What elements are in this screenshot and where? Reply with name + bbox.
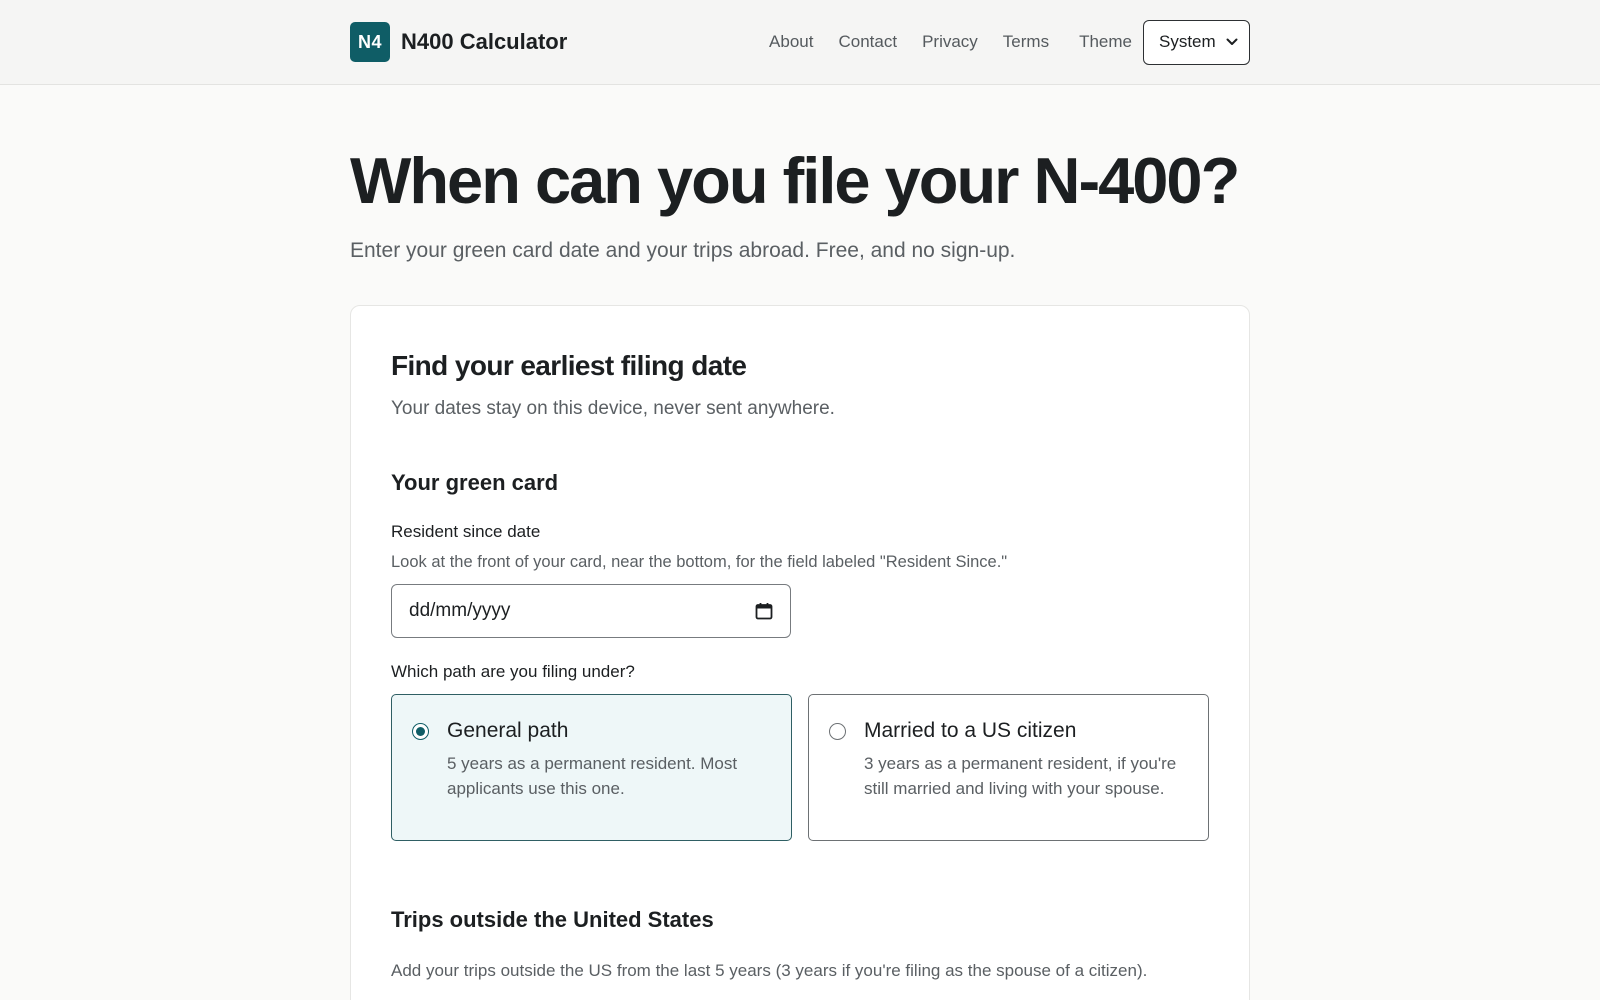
site-header: N4 N400 Calculator About Contact Privacy… — [0, 0, 1600, 85]
radio-married[interactable] — [829, 723, 846, 741]
path-option-general-body: General path 5 years as a permanent resi… — [447, 719, 771, 840]
path-option-married-body: Married to a US citizen 3 years as a per… — [864, 719, 1188, 840]
page-title: When can you file your N-400? — [350, 144, 1240, 217]
path-option-married-title: Married to a US citizen — [864, 719, 1077, 743]
date-input-placeholder: dd/mm/yyyy — [409, 600, 511, 622]
path-option-general-title: General path — [447, 719, 569, 743]
green-card-section-title: Your green card — [391, 470, 559, 496]
logo-badge[interactable]: N4 — [350, 22, 390, 62]
filing-path-label: Which path are you filing under? — [391, 662, 635, 682]
main-nav: About Contact Privacy Terms Theme System — [744, 19, 1250, 65]
trips-section-title: Trips outside the United States — [391, 907, 714, 933]
radio-general[interactable] — [412, 723, 429, 741]
main-content: When can you file your N-400? Enter your… — [350, 144, 1250, 1000]
nav-link-terms[interactable]: Terms — [1003, 32, 1049, 52]
calculator-card: Find your earliest filing date Your date… — [350, 305, 1250, 1000]
path-option-married[interactable]: Married to a US citizen 3 years as a per… — [808, 694, 1209, 842]
calendar-icon[interactable] — [754, 601, 774, 621]
path-option-married-desc: 3 years as a permanent resident, if you'… — [864, 754, 1177, 799]
trips-section-subtitle: Add your trips outside the US from the l… — [391, 961, 1148, 981]
page-subtitle: Enter your green card date and your trip… — [350, 239, 1016, 263]
theme-label: Theme — [1079, 32, 1132, 51]
theme-select-value: System — [1159, 32, 1216, 51]
header-inner: N4 N400 Calculator About Contact Privacy… — [350, 0, 1250, 84]
theme-select[interactable]: System — [1143, 19, 1250, 65]
resident-since-label: Resident since date — [391, 522, 541, 542]
resident-since-date-input[interactable]: dd/mm/yyyy — [391, 584, 791, 639]
logo-text[interactable]: N400 Calculator — [401, 29, 567, 55]
nav-link-contact[interactable]: Contact — [838, 32, 897, 52]
filing-path-options: General path 5 years as a permanent resi… — [391, 694, 1209, 842]
path-option-general-desc: 5 years as a permanent resident. Most ap… — [447, 754, 738, 799]
resident-since-help: Look at the front of your card, near the… — [391, 553, 1008, 572]
nav-link-privacy[interactable]: Privacy — [922, 32, 978, 52]
nav-link-about[interactable]: About — [769, 32, 813, 52]
card-title: Find your earliest filing date — [391, 350, 747, 382]
chevron-down-icon — [1226, 38, 1238, 45]
path-option-general[interactable]: General path 5 years as a permanent resi… — [391, 694, 792, 842]
card-subtitle: Your dates stay on this device, never se… — [391, 398, 835, 420]
